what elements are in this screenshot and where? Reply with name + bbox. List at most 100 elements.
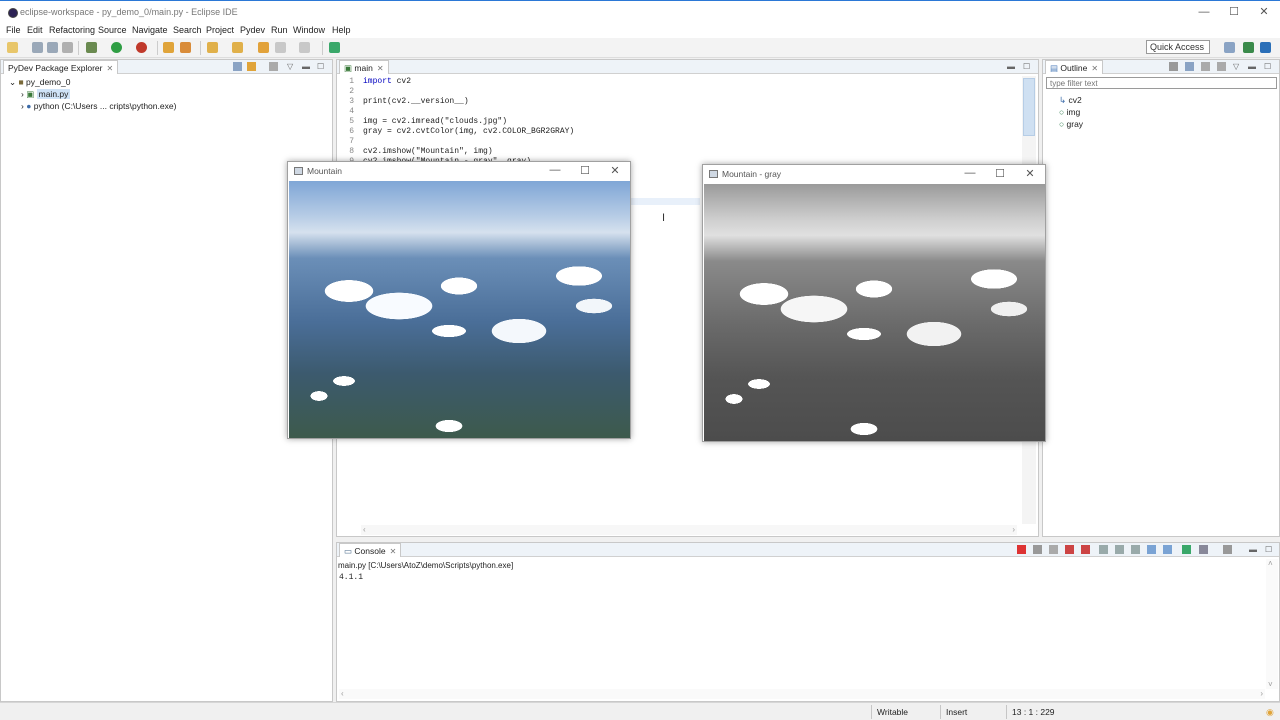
menu-refactoring[interactable]: Refactoring — [49, 25, 95, 35]
maximize-view-icon[interactable]: ☐ — [1264, 62, 1273, 71]
minimize-button[interactable]: — — [548, 164, 562, 176]
close-tab-icon[interactable]: ✕ — [377, 64, 384, 73]
code-line[interactable]: import cv2 — [363, 77, 411, 86]
lightbulb-icon[interactable]: ◉ — [1266, 707, 1275, 717]
tree-item-project[interactable]: ⌄ ■ py_demo_0 — [9, 77, 70, 88]
tree-item-main-py[interactable]: › ▣ main.py — [21, 89, 71, 100]
view-menu-icon[interactable]: ▽ — [287, 62, 296, 71]
stop-icon[interactable] — [1065, 545, 1074, 554]
tab-package-explorer[interactable]: PyDev Package Explorer ✕ — [3, 60, 119, 74]
close-button[interactable]: ✕ — [608, 164, 622, 177]
word-wrap-icon[interactable] — [1131, 545, 1140, 554]
menu-file[interactable]: File — [6, 25, 21, 35]
maximize-button[interactable]: ☐ — [578, 164, 592, 177]
chevron-right-icon[interactable]: › — [21, 89, 24, 99]
menu-help[interactable]: Help — [332, 25, 351, 35]
remove-all-icon[interactable] — [1049, 545, 1058, 554]
tab-outline[interactable]: ▤ Outline ✕ — [1045, 60, 1104, 74]
prev-annotation-icon[interactable] — [232, 42, 243, 53]
view-menu-icon[interactable]: ▽ — [1233, 62, 1242, 71]
display-console-icon[interactable] — [1199, 545, 1208, 554]
run-icon[interactable] — [111, 42, 122, 53]
menu-search[interactable]: Search — [173, 25, 202, 35]
menu-edit[interactable]: Edit — [27, 25, 43, 35]
cv-window-titlebar[interactable]: Mountain - gray — ☐ ✕ — [703, 165, 1045, 183]
menu-navigate[interactable]: Navigate — [132, 25, 168, 35]
filter-icon[interactable] — [1201, 62, 1210, 71]
maximize-view-icon[interactable]: ☐ — [317, 62, 326, 71]
cv-window-titlebar[interactable]: Mountain — ☐ ✕ — [288, 162, 630, 180]
cv-window-mountain[interactable]: Mountain — ☐ ✕ — [287, 161, 631, 439]
pin-console-icon[interactable] — [1182, 545, 1191, 554]
open-folder-icon[interactable] — [163, 42, 174, 53]
scroll-lock-icon[interactable] — [1115, 545, 1124, 554]
editor-hscrollbar[interactable]: ‹ › — [361, 525, 1017, 535]
outline-item[interactable]: ○ gray — [1059, 119, 1083, 129]
quick-access-field[interactable]: Quick Access — [1146, 40, 1210, 54]
menu-source[interactable]: Source — [98, 25, 127, 35]
tab-console[interactable]: ▭ Console ✕ — [339, 543, 402, 557]
collapse-icon[interactable] — [1217, 62, 1226, 71]
print-icon[interactable] — [62, 42, 73, 53]
hide-fields-icon[interactable] — [1169, 62, 1178, 71]
chevron-down-icon[interactable]: ⌄ — [9, 77, 16, 87]
back-icon[interactable] — [275, 42, 286, 53]
minimize-view-icon[interactable]: ▬ — [1007, 62, 1016, 71]
save-all-icon[interactable] — [47, 42, 58, 53]
editor-scroll-thumb[interactable] — [1023, 78, 1035, 136]
save-icon[interactable] — [32, 42, 43, 53]
new-icon[interactable] — [7, 42, 18, 53]
menu-pydev[interactable]: Pydev — [240, 25, 265, 35]
console-scrollbar[interactable]: ˄ ˅ — [1266, 559, 1278, 689]
external-tools-icon[interactable] — [136, 42, 147, 53]
close-tab-icon[interactable]: ✕ — [390, 547, 397, 556]
java-perspective-icon[interactable] — [1243, 42, 1254, 53]
filters-icon[interactable] — [269, 62, 278, 71]
next-annotation-icon[interactable] — [207, 42, 218, 53]
maximize-button[interactable]: ☐ — [993, 167, 1007, 180]
perspective-icon[interactable] — [1224, 42, 1235, 53]
close-tab-icon[interactable]: ✕ — [1091, 64, 1098, 73]
code-line[interactable]: gray = cv2.cvtColor(img, cv2.COLOR_BGR2G… — [363, 127, 574, 136]
tree-item-interpreter[interactable]: › ● python (C:\Users ... cripts\python.e… — [21, 101, 176, 111]
menu-project[interactable]: Project — [206, 25, 234, 35]
close-tab-icon[interactable]: ✕ — [107, 64, 114, 73]
show-on-output-icon[interactable] — [1147, 545, 1156, 554]
close-button[interactable]: ✕ — [1256, 5, 1272, 19]
open-perspective-icon[interactable] — [329, 42, 340, 53]
new-console-icon[interactable] — [1223, 545, 1232, 554]
minimize-button[interactable]: — — [963, 167, 977, 179]
maximize-view-icon[interactable]: ☐ — [1265, 545, 1274, 554]
last-edit-icon[interactable] — [258, 42, 269, 53]
show-on-error-icon[interactable] — [1163, 545, 1172, 554]
remove-launch-icon[interactable] — [1033, 545, 1042, 554]
link-editor-icon[interactable] — [247, 62, 256, 71]
clear-console-icon[interactable] — [1099, 545, 1108, 554]
minimize-view-icon[interactable]: ▬ — [1249, 545, 1258, 554]
minimize-button[interactable]: — — [1196, 5, 1212, 19]
console-hscrollbar[interactable]: ‹ › — [339, 689, 1265, 699]
sort-icon[interactable] — [1185, 62, 1194, 71]
maximize-button[interactable]: ☐ — [1226, 5, 1242, 19]
pydev-perspective-icon[interactable] — [1260, 42, 1271, 53]
tab-main[interactable]: ▣ main ✕ — [339, 60, 389, 74]
wand-icon[interactable] — [180, 42, 191, 53]
clear-icon[interactable] — [1081, 545, 1090, 554]
close-button[interactable]: ✕ — [1023, 167, 1037, 180]
collapse-all-icon[interactable] — [233, 62, 242, 71]
menu-run[interactable]: Run — [271, 25, 288, 35]
code-line[interactable]: img = cv2.imread("clouds.jpg") — [363, 117, 507, 126]
code-line[interactable]: cv2.imshow("Mountain", img) — [363, 147, 493, 156]
debug-icon[interactable] — [86, 42, 97, 53]
outline-filter-input[interactable] — [1046, 77, 1277, 89]
console-output[interactable]: 4.1.1 — [339, 573, 363, 582]
menu-window[interactable]: Window — [293, 25, 325, 35]
minimize-view-icon[interactable]: ▬ — [302, 62, 311, 71]
forward-icon[interactable] — [299, 42, 310, 53]
minimize-view-icon[interactable]: ▬ — [1248, 62, 1257, 71]
cv-window-mountain-gray[interactable]: Mountain - gray — ☐ ✕ — [702, 164, 1046, 442]
chevron-right-icon[interactable]: › — [21, 101, 24, 111]
maximize-view-icon[interactable]: ☐ — [1023, 62, 1032, 71]
outline-item[interactable]: ↳ cv2 — [1059, 95, 1082, 106]
outline-item[interactable]: ○ img — [1059, 107, 1080, 117]
